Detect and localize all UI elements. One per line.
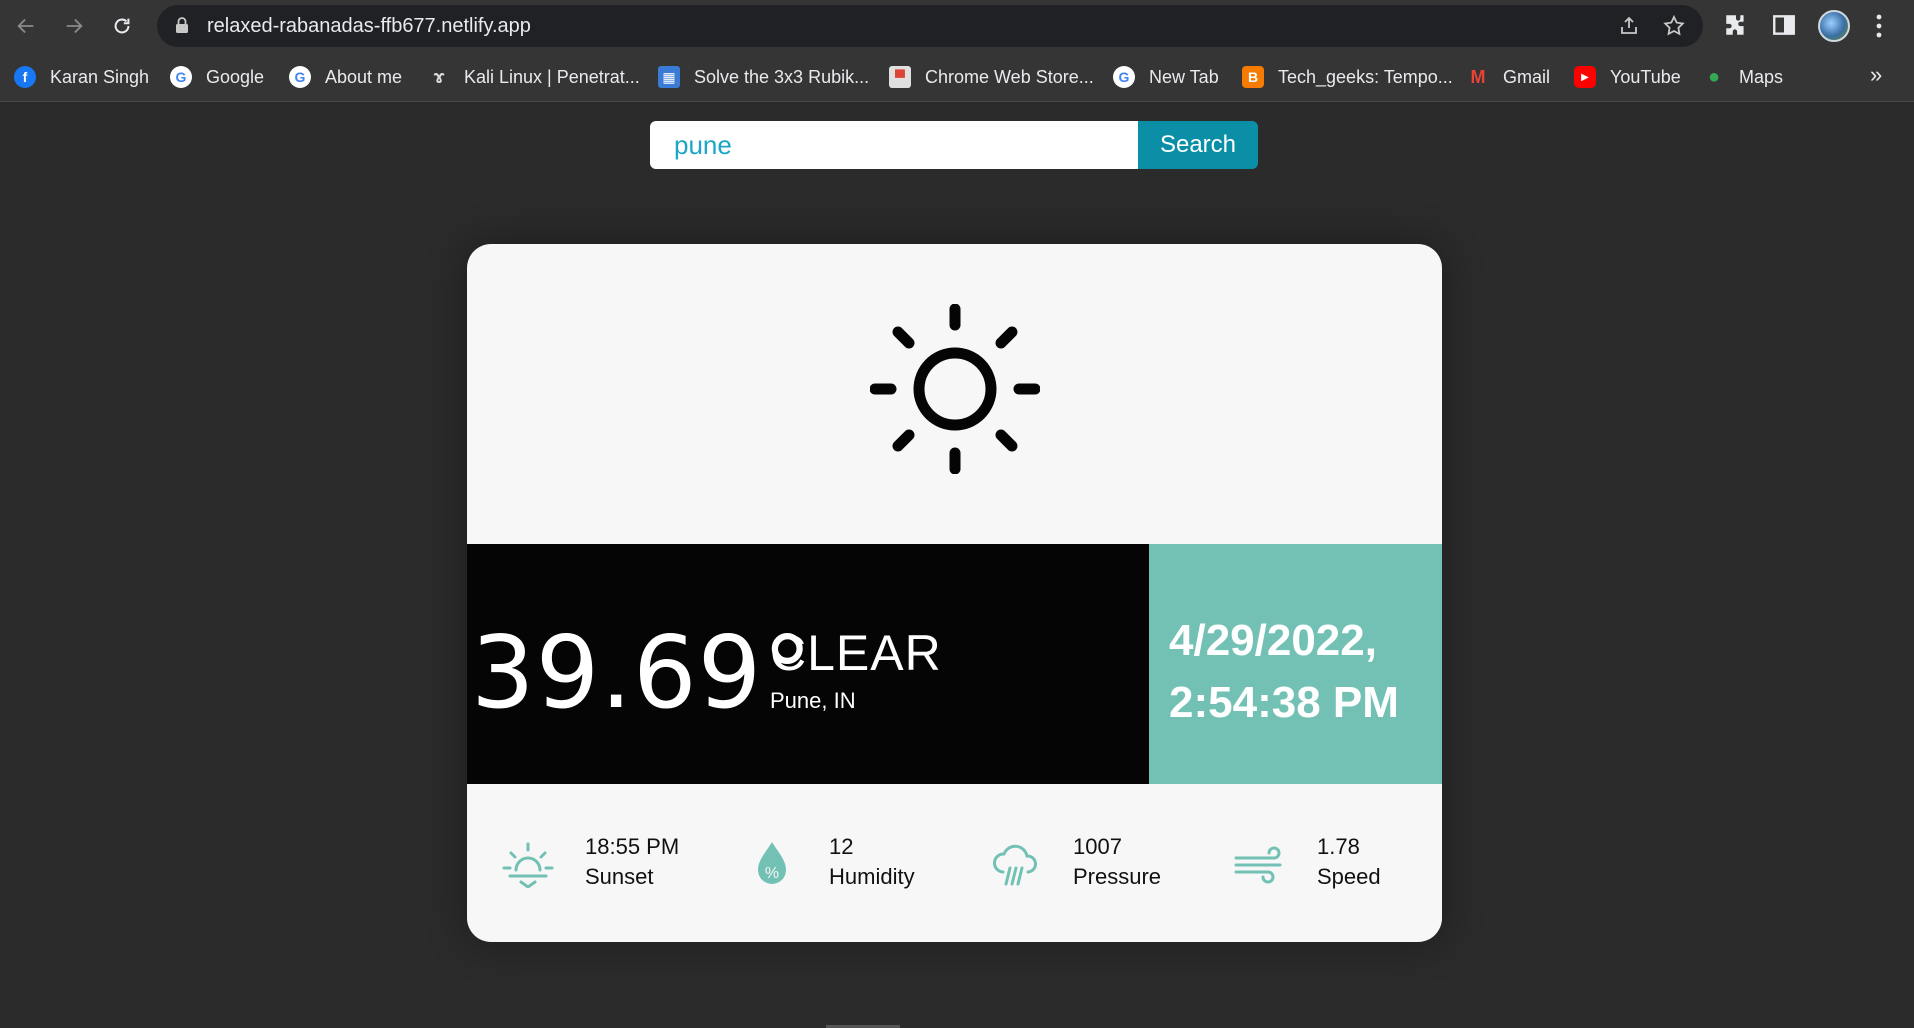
weather-card: 39.69° CLEAR Pune, IN 4/29/2022, 2:54:38… <box>467 244 1442 942</box>
facebook-icon: f <box>14 66 36 88</box>
bookmark-new-tab[interactable]: G New Tab <box>1113 65 1219 89</box>
bookmark-kali-linux[interactable]: ɤ Kali Linux | Penetrat... <box>428 65 640 89</box>
google-icon: G <box>1113 66 1135 88</box>
weather-stats: 18:55 PM Sunset % 12 Humidity 1007 Press… <box>467 784 1442 942</box>
datetime-panel: 4/29/2022, 2:54:38 PM <box>1149 544 1442 784</box>
bookmarks-bar: f Karan Singh G Google G About me ɤ Kali… <box>0 52 1914 102</box>
side-panel-icon[interactable] <box>1771 12 1797 38</box>
location-label: Pune, IN <box>770 688 856 713</box>
profile-avatar[interactable] <box>1818 10 1850 42</box>
time-text: 2:54:38 PM <box>1169 678 1399 727</box>
maps-icon: ● <box>1707 65 1721 88</box>
bookmark-gmail[interactable]: M Gmail <box>1467 65 1551 89</box>
bookmark-rubik[interactable]: ▦ Solve the 3x3 Rubik... <box>658 65 869 89</box>
pressure-label: Pressure <box>1073 864 1162 889</box>
reload-icon[interactable] <box>106 10 138 42</box>
kali-dragon-icon: ɤ <box>433 66 445 87</box>
url-text[interactable]: relaxed-rabanadas-ffb677.netlify.app <box>207 15 531 38</box>
more-icon[interactable] <box>1874 12 1884 40</box>
pressure-icon <box>993 844 1037 886</box>
lock-icon[interactable] <box>175 17 189 33</box>
gmail-icon: M <box>1470 66 1486 87</box>
pressure-value: 1007 <box>1073 834 1122 859</box>
svg-text:%: % <box>765 865 779 882</box>
bookmark-chrome-web-store[interactable]: ▀ Chrome Web Store... <box>889 65 1094 89</box>
extensions-icon[interactable] <box>1723 12 1749 38</box>
bookmark-google[interactable]: G Google <box>170 65 264 89</box>
blogger-icon: B <box>1242 66 1264 88</box>
share-icon[interactable] <box>1617 14 1641 38</box>
weather-main-band: 39.69° CLEAR Pune, IN 4/29/2022, 2:54:38… <box>467 544 1442 784</box>
star-icon[interactable] <box>1662 14 1686 38</box>
temperature-panel: 39.69° CLEAR Pune, IN <box>467 544 1149 784</box>
rubik-icon: ▦ <box>658 66 680 88</box>
forward-icon[interactable] <box>58 10 90 42</box>
weather-condition: CLEAR <box>770 625 942 681</box>
google-icon: G <box>289 66 311 88</box>
browser-toolbar: relaxed-rabanadas-ffb677.netlify.app <box>0 0 1914 52</box>
sunset-icon <box>502 842 554 888</box>
web-store-icon: ▀ <box>889 66 911 88</box>
search-button[interactable]: Search <box>1138 121 1258 169</box>
date-text: 4/29/2022, <box>1169 616 1377 665</box>
datetime-text: 4/29/2022, 2:54:38 PM <box>1169 610 1399 734</box>
search-input[interactable] <box>650 121 1138 169</box>
wind-speed-value: 1.78 <box>1317 834 1360 859</box>
more-bookmarks-icon[interactable]: » <box>1870 62 1882 88</box>
bookmark-maps[interactable]: ● Maps <box>1703 65 1783 89</box>
google-icon: G <box>170 66 192 88</box>
bookmark-about-me[interactable]: G About me <box>289 65 402 89</box>
wind-icon <box>1234 846 1282 884</box>
bookmark-youtube[interactable]: ▶ YouTube <box>1574 65 1681 89</box>
sunset-value: 18:55 PM <box>585 834 680 859</box>
bookmark-karan-singh[interactable]: f Karan Singh <box>14 65 149 89</box>
temperature-value: 39.69° <box>471 614 814 731</box>
address-bar[interactable]: relaxed-rabanadas-ffb677.netlify.app <box>157 5 1703 47</box>
wind-speed-label: Speed <box>1317 864 1381 889</box>
search-bar: Search <box>650 121 1258 169</box>
humidity-value: 12 <box>829 834 854 859</box>
bookmark-tech-geeks[interactable]: B Tech_geeks: Tempo... <box>1242 65 1453 89</box>
youtube-icon: ▶ <box>1574 66 1596 88</box>
weather-icon-area <box>467 244 1442 544</box>
sunset-label: Sunset <box>585 864 654 889</box>
humidity-label: Humidity <box>829 864 915 889</box>
back-icon[interactable] <box>10 10 42 42</box>
sun-icon <box>870 304 1040 474</box>
humidity-icon: % <box>758 842 786 884</box>
